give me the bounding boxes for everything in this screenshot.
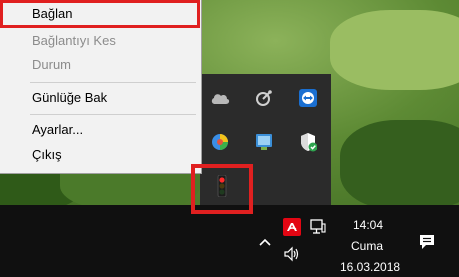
- volume-icon[interactable]: [283, 245, 301, 263]
- menu-item-settings[interactable]: Ayarlar...: [2, 119, 198, 141]
- clock-day[interactable]: Cuma: [351, 239, 383, 253]
- network-icon[interactable]: [309, 218, 327, 236]
- grass-patch: [340, 120, 459, 210]
- screen: Bağlan Bağlantıyı Kes Durum Günlüğe Bak …: [0, 0, 459, 277]
- menu-item-exit[interactable]: Çıkış: [2, 144, 198, 166]
- action-center-icon[interactable]: [418, 233, 436, 251]
- taskbar: 14:04 Cuma 16.03.2018: [0, 205, 459, 277]
- windows-defender-icon[interactable]: [296, 130, 320, 154]
- menu-separator: [30, 114, 196, 115]
- grass-patch: [330, 10, 459, 90]
- onedrive-cloud-icon[interactable]: [208, 86, 232, 110]
- menu-item-connect[interactable]: Bağlan: [2, 3, 198, 25]
- menu-item-disconnect[interactable]: Bağlantıyı Kes: [2, 30, 198, 52]
- menu-item-view-log[interactable]: Günlüğe Bak: [2, 87, 198, 109]
- colorful-shield-icon[interactable]: [208, 130, 232, 154]
- clock-date[interactable]: 16.03.2018: [340, 260, 400, 274]
- tray-context-menu: Bağlan Bağlantıyı Kes Durum Günlüğe Bak …: [0, 0, 202, 174]
- avira-icon[interactable]: [283, 218, 301, 236]
- satellite-dish-icon[interactable]: [252, 86, 276, 110]
- menu-item-status[interactable]: Durum: [2, 54, 198, 76]
- network-adapter-icon[interactable]: [252, 130, 276, 154]
- tray-overflow-flyout: [200, 74, 331, 205]
- traffic-light-vpn-icon[interactable]: [210, 174, 234, 198]
- chevron-up-icon[interactable]: [258, 235, 272, 249]
- clock-time[interactable]: 14:04: [353, 218, 383, 232]
- teamviewer-icon[interactable]: [296, 86, 320, 110]
- menu-separator: [30, 82, 196, 83]
